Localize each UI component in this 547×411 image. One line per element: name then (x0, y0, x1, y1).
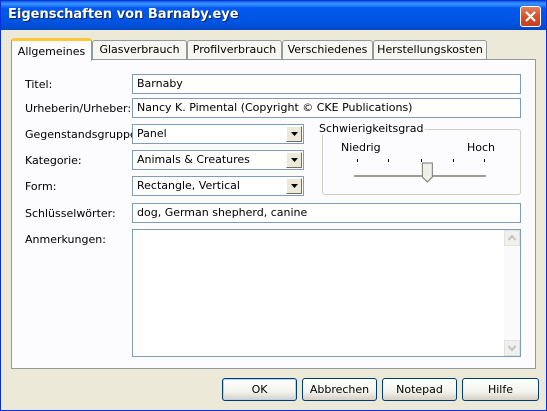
help-button[interactable]: Hilfe (462, 378, 539, 401)
form-dropdown-button[interactable] (286, 178, 302, 194)
slider-ticks (357, 159, 485, 162)
urheber-field[interactable]: Nancy K. Pimental (Copyright © CKE Publi… (132, 98, 521, 118)
kategorie-dropdown-button[interactable] (286, 152, 302, 168)
scroll-up-button[interactable] (504, 230, 520, 246)
titel-label: Titel: (25, 78, 53, 91)
slider-thumb[interactable] (421, 162, 433, 183)
arrow-up-icon (507, 234, 517, 241)
form-label: Form: (25, 180, 57, 193)
close-icon (525, 11, 536, 22)
tab-glasverbrauch[interactable]: Glasverbrauch (92, 40, 187, 59)
window-title: Eigenschaften von Barnaby.eye (8, 7, 239, 22)
chevron-down-icon (291, 132, 298, 136)
difficulty-group-title: Schwierigkeitsgrad (317, 122, 426, 135)
tab-verschiedenes[interactable]: Verschiedenes (282, 40, 373, 59)
difficulty-low-label: Niedrig (341, 141, 381, 154)
difficulty-slider[interactable] (351, 155, 491, 189)
titel-field[interactable]: Barnaby (132, 74, 521, 94)
chevron-down-icon (291, 158, 298, 162)
urheber-label: Urheberin/Urheber: (25, 102, 132, 115)
form-select-value: Rectangle, Vertical (137, 179, 240, 192)
tab-allgemeines[interactable]: Allgemeines (11, 38, 92, 61)
kategorie-label: Kategorie: (25, 154, 82, 167)
notepad-button[interactable]: Notepad (382, 378, 457, 401)
title-bar[interactable]: Eigenschaften von Barnaby.eye (1, 1, 546, 30)
tab-herstellungskosten[interactable]: Herstellungskosten (373, 40, 487, 59)
notes-label: Anmerkungen: (25, 233, 106, 246)
notes-textarea[interactable] (132, 229, 521, 357)
arrow-down-icon (507, 345, 517, 352)
gruppe-label: Gegenstandsgruppe: (25, 128, 141, 141)
scroll-down-button[interactable] (504, 340, 520, 356)
tab-profilverbrauch[interactable]: Profilverbrauch (187, 40, 282, 59)
cancel-button[interactable]: Abbrechen (302, 378, 377, 401)
gruppe-select[interactable]: Panel (132, 124, 304, 144)
difficulty-high-label: Hoch (467, 141, 496, 154)
gruppe-select-value: Panel (137, 127, 167, 140)
kategorie-select-value: Animals & Creatures (137, 153, 250, 166)
close-button[interactable] (520, 6, 541, 27)
keywords-field[interactable]: dog, German shepherd, canine (132, 203, 521, 223)
gruppe-dropdown-button[interactable] (286, 126, 302, 142)
ok-button[interactable]: OK (222, 378, 297, 401)
keywords-label: Schlüsselwörter: (25, 207, 116, 220)
slider-track (354, 175, 486, 178)
properties-dialog: Eigenschaften von Barnaby.eye Allgemeine… (0, 0, 547, 411)
notes-scrollbar[interactable] (504, 230, 520, 356)
chevron-down-icon (291, 184, 298, 188)
kategorie-select[interactable]: Animals & Creatures (132, 150, 304, 170)
form-select[interactable]: Rectangle, Vertical (132, 176, 304, 196)
